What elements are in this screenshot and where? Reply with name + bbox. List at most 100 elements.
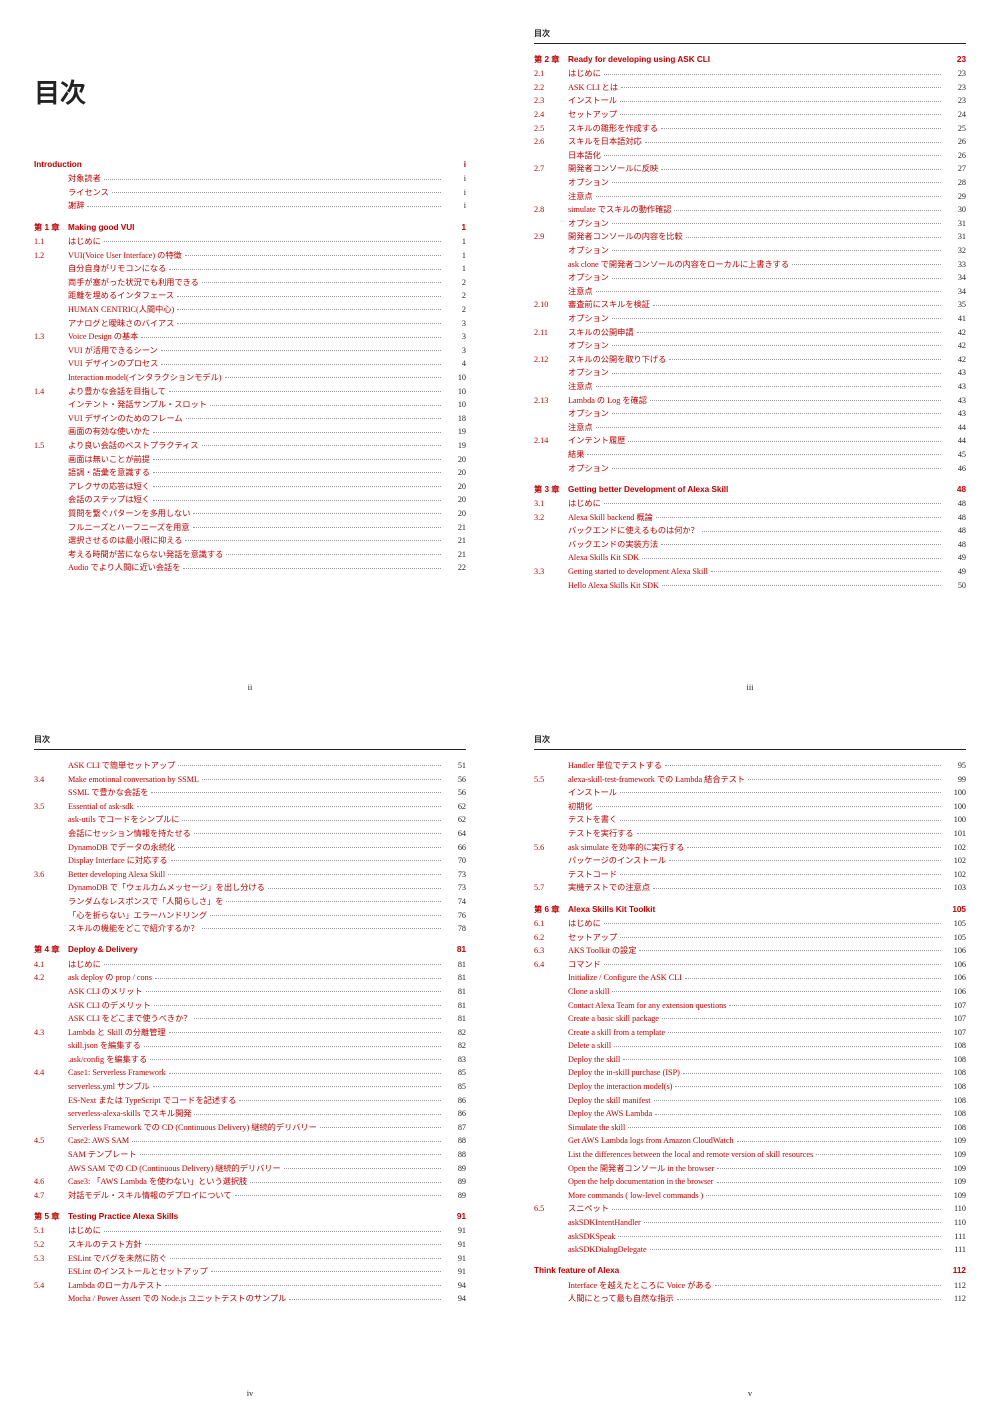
section-label: はじめに [68,959,101,971]
toc-subsection: Mocha / Power Assert での Node.js ユニットテストの… [34,1293,466,1305]
subsection-label: askSDKSpeak [568,1231,615,1243]
subsection-label: 注意点 [568,286,593,298]
page-number: i [444,159,466,171]
section-label: Lambda のローカルテスト [68,1280,162,1292]
subsection-label: 選択させるのは最小限に抑える [68,535,182,547]
page-number: 30 [944,204,966,216]
section-label: Interface を越えたところに Voice がある [568,1280,712,1292]
leader-dots [642,557,941,559]
page-number: 20 [444,508,466,520]
toc-section: 2.9開発者コンソールの内容を比較31 [534,231,966,243]
section-label: Make emotional conversation by SSML [68,774,199,786]
toc-section: 1.1はじめに1 [34,236,466,248]
page-number: 108 [944,1122,966,1134]
section-number: 6.4 [534,959,568,971]
toc-subsection: 語調・語彙を意識する20 [34,467,466,479]
page-number: i [444,200,466,212]
leader-dots [183,567,441,569]
toc-subsection: Handler 単位でテストする95 [534,760,966,772]
toc-subsection: More commands ( low-level commands )109 [534,1190,966,1202]
toc-subsection: ASK CLI のデメリット81 [34,1000,466,1012]
leader-dots [140,1153,441,1155]
subsection-label: 注意点 [568,191,593,203]
toc-page: 目次第 2 章Ready for developing using ASK CL… [500,0,1000,706]
toc-subsection: オプション28 [534,177,966,189]
page-number: 31 [944,218,966,230]
page-number: 89 [444,1176,466,1188]
toc-subsection: バックエンドの実装方法48 [534,539,966,551]
leader-dots [155,977,441,979]
leader-dots [169,1072,441,1074]
page-number: 105 [944,932,966,944]
section-number: 2.4 [534,109,568,121]
toc-subsection: アナログと曖昧さのバイアス3 [34,318,466,330]
subsection-label: フルニーズとハーフニーズを用意 [68,522,190,534]
leader-dots [284,1167,441,1169]
leader-dots [596,195,941,197]
toc-subsection: 注意点34 [534,286,966,298]
leader-dots [661,127,941,129]
section-number: 1.3 [34,331,68,343]
leader-dots [669,358,941,360]
toc-subsection: Open the help documentation in the brows… [534,1176,966,1188]
subsection-label: Initialize / Configure the ASK CLI [568,972,682,984]
leader-dots [226,900,441,902]
section-label: はじめに [568,918,601,930]
page-number: 46 [944,463,966,475]
chapter-number: 第 2 章 [534,54,568,66]
leader-dots [612,249,941,251]
page-number: 110 [944,1203,966,1215]
section-number: 4.6 [34,1176,68,1188]
page-number: 109 [944,1190,966,1202]
page-number: 33 [944,259,966,271]
page-number: 48 [944,525,966,537]
toc-subsection: .ask/config を編集する83 [34,1054,466,1066]
subsection-label: askSDKDialogDelegate [568,1244,647,1256]
toc-subsection: Create a skill from a template107 [534,1027,966,1039]
leader-dots [146,990,441,992]
toc-subsection: 注意点44 [534,422,966,434]
subsection-label: オプション [568,408,609,420]
section-number: 6.3 [534,945,568,957]
subsection-label: 会話にセッション情報を持たせる [68,828,191,840]
toc-subsection: skill.json を編集する82 [34,1040,466,1052]
toc-subsection: Audio でより人間に近い会話を22 [34,562,466,574]
subsection-label: アナログと曖昧さのバイアス [68,318,174,330]
toc-subsection: オプション42 [534,340,966,352]
section-label: simulate でスキルの動作確認 [568,204,671,216]
toc-section: 6.1はじめに105 [534,918,966,930]
section-label: ask deploy の prop / cons [68,972,152,984]
leader-dots [612,372,941,374]
leader-dots [604,922,941,924]
toc-subsection: Initialize / Configure the ASK CLI106 [534,972,966,984]
leader-dots [137,805,442,807]
leader-dots [141,950,441,951]
section-number: 4.2 [34,972,68,984]
subsection-label: skill.json を編集する [68,1040,141,1052]
toc-section: 2.3インストール23 [534,95,966,107]
toc-section: 4.1はじめに81 [34,959,466,971]
leader-dots [87,205,441,207]
leader-dots [202,778,441,780]
leader-dots [604,73,941,75]
leader-dots [193,526,441,528]
page-number: 35 [944,299,966,311]
subsection-label: Deploy the interaction model(s) [568,1081,672,1093]
section-number: 5.7 [534,882,568,894]
subsection-label: VUI デザインのためのフレーム [68,413,183,425]
subsection-label: Create a skill from a template [568,1027,665,1039]
page-number: 109 [944,1176,966,1188]
section-number: 2.2 [534,82,568,94]
toc-subsection: 結果45 [534,449,966,461]
section-number: 2.9 [534,231,568,243]
leader-dots [202,281,441,283]
toc-subsection: オプション43 [534,367,966,379]
section-label: スキルのテスト方針 [68,1239,142,1251]
section-number: 3.6 [34,869,68,881]
toc-subsection: 「心を折らない」エラーハンドリング76 [34,910,466,922]
section-label: セットアップ [568,932,617,944]
leader-dots [194,1017,441,1019]
page-number: 44 [944,435,966,447]
page-number: 2 [444,304,466,316]
page-number: 28 [944,177,966,189]
